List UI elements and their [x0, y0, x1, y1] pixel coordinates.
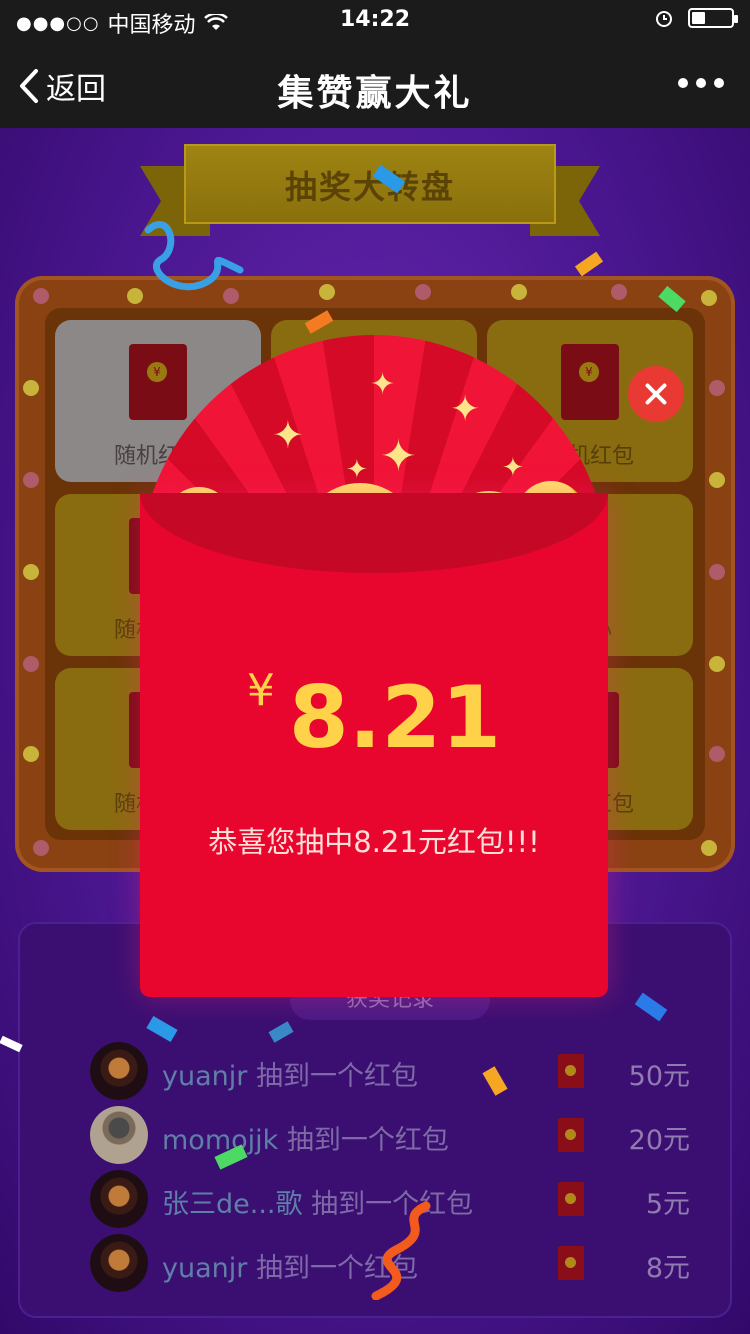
winner-text: momojjk 抽到一个红包	[162, 1118, 449, 1157]
alarm-icon	[656, 11, 672, 27]
red-envelope-icon	[558, 1246, 584, 1280]
winner-amount: 8元	[645, 1253, 690, 1284]
sparkle-icon: ✦	[450, 389, 481, 430]
light-bulb	[33, 840, 49, 856]
light-bulb	[319, 284, 335, 300]
light-bulb	[709, 472, 725, 488]
avatar	[90, 1170, 148, 1228]
sparkle-icon: ✦	[370, 367, 396, 402]
status-bar: ●●●○○ 中国移动 14:22	[0, 0, 750, 40]
prize-value: 8.21	[288, 668, 502, 768]
avatar	[90, 1106, 148, 1164]
light-bulb	[23, 472, 39, 488]
light-bulb	[701, 840, 717, 856]
streamer-decoration	[144, 221, 244, 291]
sparkle-icon: ✦	[272, 413, 304, 457]
light-bulb	[709, 564, 725, 580]
page-title: 集赞赢大礼	[277, 73, 473, 114]
winner-name: yuanjr	[162, 1253, 248, 1284]
battery-icon	[688, 8, 738, 28]
light-bulb	[611, 284, 627, 300]
clock: 14:22	[339, 7, 411, 32]
light-bulb	[511, 284, 527, 300]
light-bulb	[33, 288, 49, 304]
light-bulb	[23, 380, 39, 396]
winner-action: 抽到一个红包	[286, 1125, 449, 1156]
currency-symbol: ¥	[246, 665, 275, 716]
winner-row: yuanjr 抽到一个红包 50元	[90, 1042, 690, 1100]
more-dot	[696, 78, 706, 88]
winner-amount: 50元	[628, 1061, 690, 1092]
light-bulb	[415, 284, 431, 300]
winner-amount: 5元	[645, 1189, 690, 1220]
light-bulb	[709, 746, 725, 762]
red-envelope-icon	[558, 1054, 584, 1088]
red-envelope-icon	[558, 1118, 584, 1152]
light-bulb	[23, 746, 39, 762]
prize-amount: ¥8.21	[140, 665, 608, 768]
light-bulb	[23, 564, 39, 580]
avatar	[90, 1234, 148, 1292]
congrats-message: 恭喜您抽中8.21元红包!!!	[208, 825, 540, 859]
more-menu-button[interactable]	[678, 78, 724, 88]
navigation-bar: 返回 集赞赢大礼	[0, 40, 750, 128]
more-dot	[714, 78, 724, 88]
winner-amount: 20元	[628, 1125, 690, 1156]
close-popup-button[interactable]	[628, 366, 684, 422]
sparkle-icon: ✦	[380, 431, 417, 482]
winner-name: yuanjr	[162, 1061, 248, 1092]
light-bulb	[23, 656, 39, 672]
light-bulb	[701, 290, 717, 306]
sparkle-icon: ✦	[346, 455, 368, 485]
battery-level	[692, 12, 706, 24]
light-bulb	[709, 380, 725, 396]
red-envelope-popup: ✦ ✦ ✦ ✦ ✦ ✦ ¥ ¥ ¥ ¥ ¥ ¥ ¥8.21 恭喜您抽中8.21元…	[140, 335, 608, 997]
winner-action: 抽到一个红包	[255, 1061, 418, 1092]
winner-text: yuanjr 抽到一个红包	[162, 1054, 418, 1093]
streamer-decoration	[371, 1201, 431, 1300]
banner-title: 抽奖大转盘	[284, 168, 455, 206]
red-envelope-icon	[558, 1182, 584, 1216]
more-dot	[678, 78, 688, 88]
light-bulb	[709, 656, 725, 672]
sparkle-icon: ✦	[502, 453, 524, 483]
winner-name: 张三de...歌	[162, 1189, 303, 1220]
winner-name: momojjk	[162, 1125, 279, 1156]
winner-row: momojjk 抽到一个红包 20元	[90, 1106, 690, 1164]
avatar	[90, 1042, 148, 1100]
